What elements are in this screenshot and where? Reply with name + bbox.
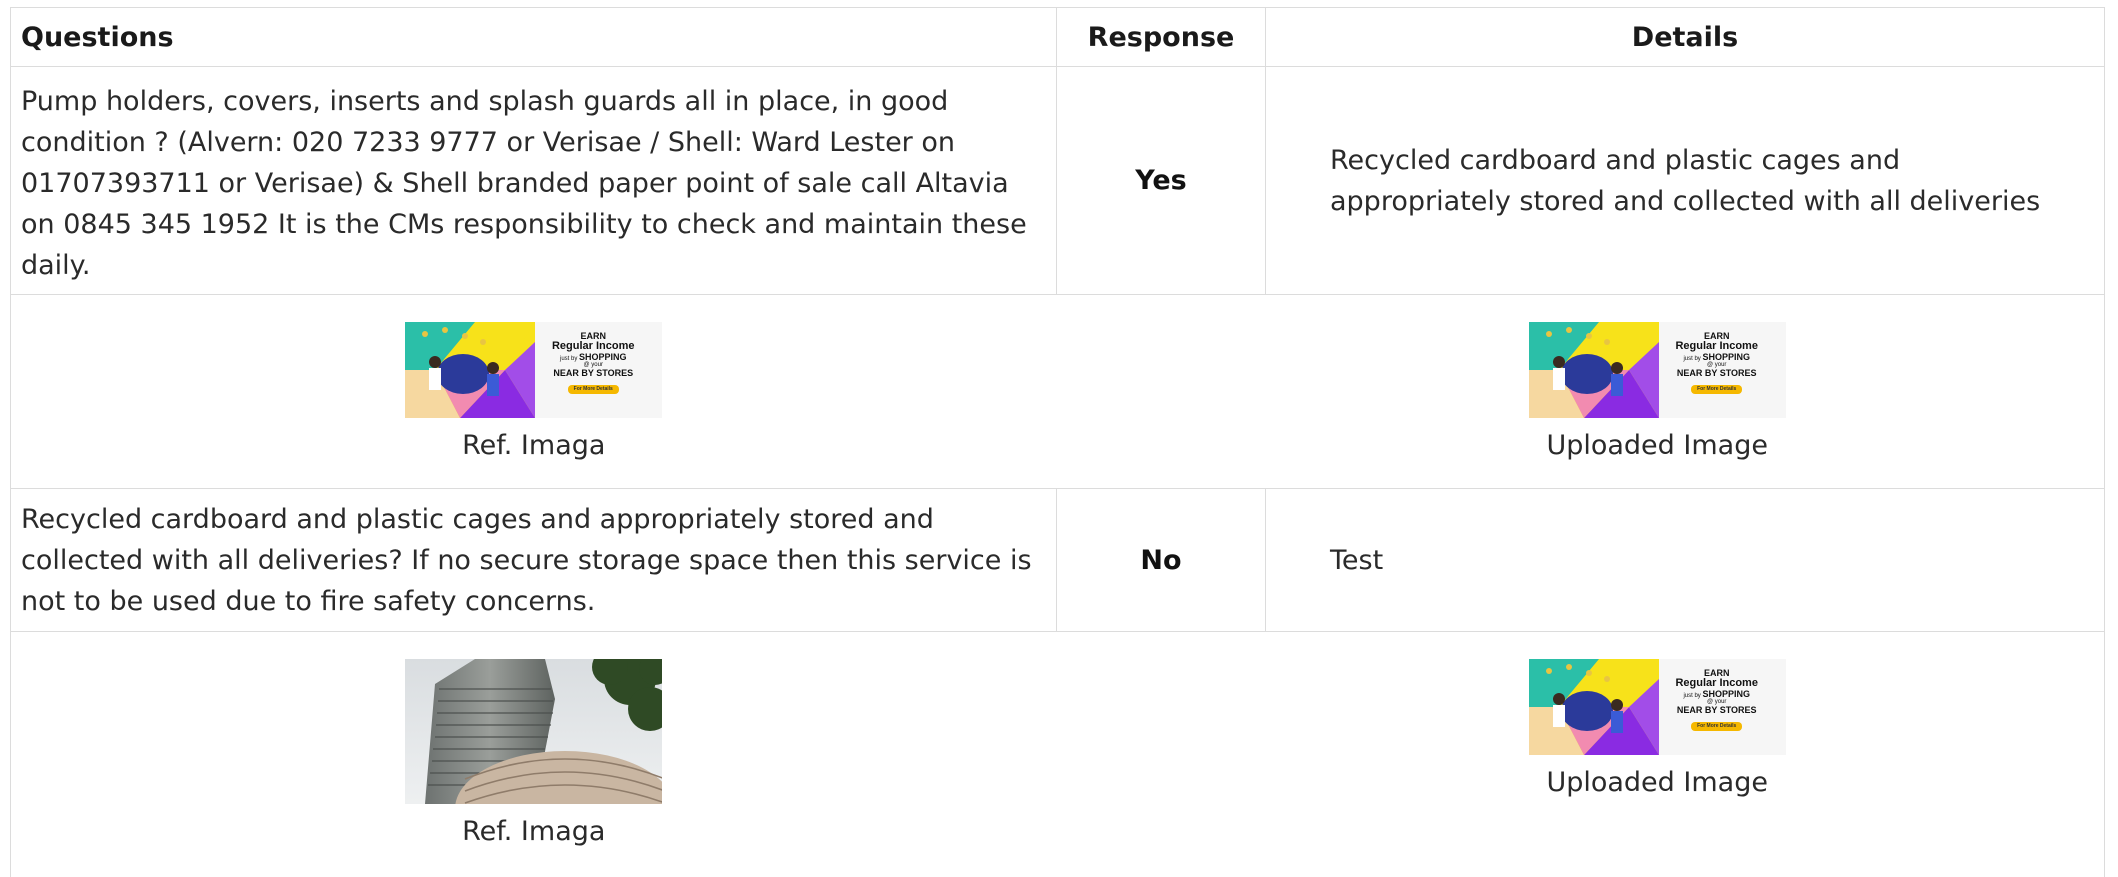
banner-near-by-stores: NEAR BY STORES [1657, 369, 1777, 378]
ref-image-caption: Ref. Imaga [462, 430, 605, 461]
question-row: Recycled cardboard and plastic cages and… [11, 489, 2105, 632]
ref-image[interactable] [405, 659, 662, 804]
image-row: Ref. Imaga [11, 632, 2105, 877]
column-header-questions: Questions [11, 8, 1057, 67]
audit-report: Questions Response Details Pump holders,… [10, 7, 2104, 877]
details-text: Test [1266, 489, 2105, 632]
banner-near-by-stores: NEAR BY STORES [1657, 706, 1777, 715]
banner-shopping: SHOPPING [1702, 689, 1750, 699]
question-text: Recycled cardboard and plastic cages and… [11, 489, 1057, 632]
banner-text: EARN Regular Income just by SHOPPING @ y… [533, 332, 653, 395]
uploaded-image-slot: EARN Regular Income just by SHOPPING @ y… [1056, 632, 2104, 877]
uploaded-image[interactable]: EARN Regular Income just by SHOPPING @ y… [1529, 322, 1786, 418]
response-value: No [1057, 489, 1266, 632]
building-photo-icon [405, 659, 662, 804]
image-row-cell: EARN Regular Income just by SHOPPING @ y… [11, 295, 2105, 489]
uploaded-image-slot: EARN Regular Income just by SHOPPING @ y… [1056, 295, 2104, 488]
image-row-cell: Ref. Imaga [11, 632, 2105, 877]
uploaded-image[interactable]: EARN Regular Income just by SHOPPING @ y… [1529, 659, 1786, 755]
banner-illustration-icon [1529, 659, 1659, 755]
banner-shopping: SHOPPING [579, 352, 627, 362]
banner-just-by: just by [1683, 693, 1700, 699]
audit-table: Questions Response Details Pump holders,… [10, 7, 2105, 877]
ref-image-caption: Ref. Imaga [462, 816, 605, 847]
details-text: Recycled cardboard and plastic cages and… [1266, 67, 2105, 295]
banner-illustration-icon [1529, 322, 1659, 418]
ref-image-slot: Ref. Imaga [11, 632, 1057, 877]
response-value: Yes [1057, 67, 1266, 295]
column-header-response: Response [1057, 8, 1266, 67]
image-row: EARN Regular Income just by SHOPPING @ y… [11, 295, 2105, 489]
banner-text: EARN Regular Income just by SHOPPING @ y… [1657, 669, 1777, 732]
uploaded-image-caption: Uploaded Image [1546, 767, 1768, 798]
banner-just-by: just by [1683, 356, 1700, 362]
banner-just-by: just by [560, 356, 577, 362]
banner-illustration-icon [405, 322, 535, 418]
banner-details-button: For More Details [1691, 722, 1742, 731]
banner-text: EARN Regular Income just by SHOPPING @ y… [1657, 332, 1777, 395]
banner-shopping: SHOPPING [1702, 352, 1750, 362]
question-text: Pump holders, covers, inserts and splash… [11, 67, 1057, 295]
banner-near-by-stores: NEAR BY STORES [533, 369, 653, 378]
banner-details-button: For More Details [1691, 385, 1742, 394]
ref-image-slot: EARN Regular Income just by SHOPPING @ y… [11, 295, 1057, 488]
table-header-row: Questions Response Details [11, 8, 2105, 67]
column-header-details: Details [1266, 8, 2105, 67]
ref-image[interactable]: EARN Regular Income just by SHOPPING @ y… [405, 322, 662, 418]
banner-details-button: For More Details [568, 385, 619, 394]
uploaded-image-caption: Uploaded Image [1546, 430, 1768, 461]
question-row: Pump holders, covers, inserts and splash… [11, 67, 2105, 295]
